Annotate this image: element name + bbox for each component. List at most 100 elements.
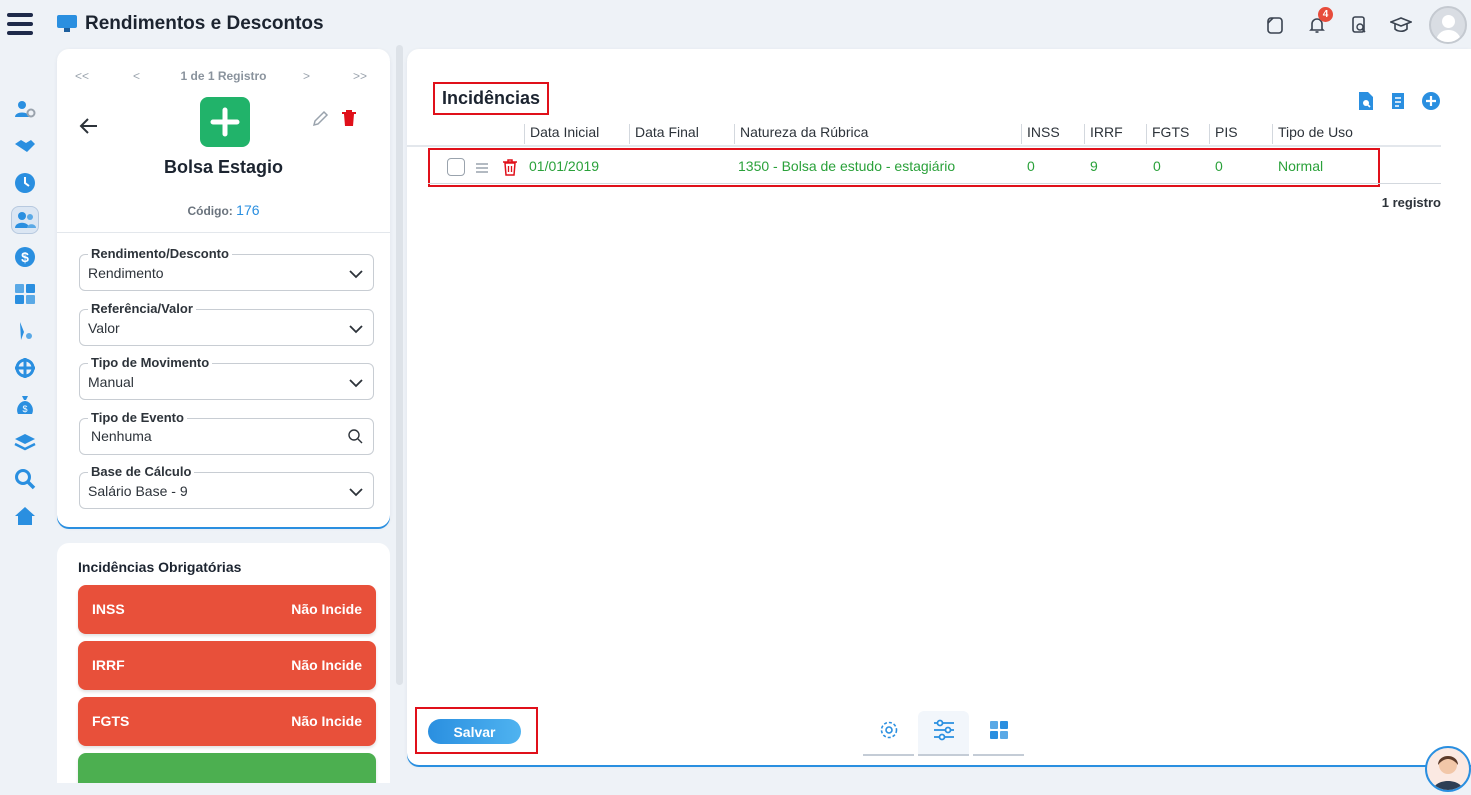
app-title: Rendimentos e Descontos <box>57 13 324 35</box>
incidencia-inss[interactable]: INSS Não Incide <box>78 585 376 634</box>
top-icons: 4 <box>1261 6 1471 44</box>
drag-handle-icon[interactable] <box>475 161 489 179</box>
incidencias-panel: Incidências Data Inicial Data Final Natu… <box>407 49 1471 765</box>
tab-incidencias[interactable] <box>918 711 969 754</box>
incidencia-status: Não Incide <box>291 601 362 617</box>
nav-calculator-icon[interactable] <box>0 275 50 312</box>
pager-prev-button[interactable]: < <box>133 69 140 83</box>
tab-calculator[interactable] <box>973 711 1024 754</box>
tipo-movimento-select[interactable]: Tipo de Movimento Manual <box>79 355 374 400</box>
row-delete-icon[interactable] <box>502 158 518 181</box>
nav-employees-icon[interactable] <box>0 201 50 238</box>
cell-pis: 0 <box>1215 158 1223 174</box>
field-value: Rendimento <box>88 265 164 281</box>
nav-home-icon[interactable] <box>0 497 50 534</box>
field-label: Referência/Valor <box>88 301 196 316</box>
pager-next-button[interactable]: > <box>303 69 310 83</box>
col-inss[interactable]: INSS <box>1021 124 1060 144</box>
col-irrf[interactable]: IRRF <box>1084 124 1123 144</box>
search-icon[interactable] <box>348 429 363 449</box>
field-label: Base de Cálculo <box>88 464 195 479</box>
incidencia-status: Não Incide <box>291 713 362 729</box>
incidencia-irrf[interactable]: IRRF Não Incide <box>78 641 376 690</box>
tipo-evento-field[interactable]: Tipo de Evento Nenhuma <box>79 410 374 455</box>
col-natureza[interactable]: Natureza da Rúbrica <box>734 124 868 144</box>
cell-data-inicial: 01/01/2019 <box>529 158 600 174</box>
cell-natureza: 1350 - Bolsa de estudo - estagiário <box>738 158 956 174</box>
settings-icon <box>879 720 899 745</box>
record-card: 1 de 1 Registro << < > >> Bolsa Estagio … <box>57 49 390 527</box>
svg-text:$: $ <box>21 249 29 265</box>
nav-money-bag-icon[interactable]: $ <box>0 386 50 423</box>
list-document-icon[interactable] <box>1389 91 1407 116</box>
field-value: Manual <box>88 374 134 390</box>
nav-users-settings-icon[interactable] <box>0 90 50 127</box>
col-fgts[interactable]: FGTS <box>1146 124 1189 144</box>
chevron-down-icon <box>349 484 363 502</box>
col-data-final[interactable]: Data Final <box>629 124 699 144</box>
cell-tipo-uso: Normal <box>1278 158 1324 174</box>
nav-layers-icon[interactable] <box>0 423 50 460</box>
action-icons <box>1357 91 1441 116</box>
incidencia-status: Não Incide <box>291 657 362 673</box>
incidencia-name: IRRF <box>92 657 125 673</box>
record-count: 1 registro <box>1381 195 1441 210</box>
nav-tools-icon[interactable] <box>0 312 50 349</box>
chevron-down-icon <box>349 266 363 284</box>
app-title-text: Rendimentos e Descontos <box>85 13 324 34</box>
code-value: 176 <box>236 202 260 218</box>
incidencia-fgts[interactable]: FGTS Não Incide <box>78 697 376 746</box>
table-header: Data Inicial Data Final Natureza da Rúbr… <box>407 122 1441 147</box>
pager-info: 1 de 1 Registro <box>180 69 267 83</box>
base-calculo-select[interactable]: Base de Cálculo Salário Base - 9 <box>79 464 374 509</box>
graduation-cap-icon[interactable] <box>1387 11 1415 39</box>
code-label: Código: <box>187 204 233 218</box>
add-icon[interactable] <box>1421 91 1441 116</box>
nav-clock-icon[interactable] <box>0 164 50 201</box>
field-value: Nenhuma <box>91 428 152 444</box>
cell-irrf: 9 <box>1090 158 1098 174</box>
search-document-icon[interactable] <box>1357 91 1375 116</box>
bell-icon[interactable]: 4 <box>1303 7 1333 39</box>
rendimento-desconto-select[interactable]: Rendimento/Desconto Rendimento <box>79 246 374 291</box>
bottom-tabs <box>863 711 1024 754</box>
col-tipo-uso[interactable]: Tipo de Uso <box>1272 124 1353 144</box>
tab-settings[interactable] <box>863 711 914 754</box>
field-label: Tipo de Evento <box>88 410 187 425</box>
field-label: Rendimento/Desconto <box>88 246 232 261</box>
col-data-inicial[interactable]: Data Inicial <box>524 124 599 144</box>
cell-inss: 0 <box>1027 158 1035 174</box>
field-label: Tipo de Movimento <box>88 355 213 370</box>
nav-search-icon[interactable] <box>0 460 50 497</box>
edit-icon[interactable] <box>311 110 329 133</box>
menu-icon[interactable] <box>7 13 33 39</box>
assistant-avatar-icon[interactable] <box>1425 746 1471 792</box>
delete-icon[interactable] <box>341 109 357 132</box>
row-divider <box>428 183 1441 184</box>
copy-icon[interactable] <box>1261 11 1289 39</box>
chevron-down-icon <box>349 375 363 393</box>
left-scrollbar[interactable] <box>396 45 403 685</box>
field-value: Salário Base - 9 <box>88 483 188 499</box>
row-checkbox[interactable] <box>447 158 465 176</box>
incidencia-name: INSS <box>92 601 125 617</box>
svg-text:$: $ <box>22 404 27 414</box>
chevron-down-icon <box>349 321 363 339</box>
pager-last-button[interactable]: >> <box>353 69 367 83</box>
user-avatar-icon[interactable] <box>1429 6 1467 44</box>
save-button[interactable]: Salvar <box>428 719 521 744</box>
search-document-icon[interactable] <box>1345 11 1373 39</box>
incidencia-name: FGTS <box>92 713 130 729</box>
record-name: Bolsa Estagio <box>163 157 284 177</box>
referencia-valor-select[interactable]: Referência/Valor Valor <box>79 301 374 346</box>
incidencia-pis[interactable] <box>78 753 376 783</box>
record-code: Código: 176 <box>57 202 390 218</box>
col-pis[interactable]: PIS <box>1209 124 1238 144</box>
divider <box>57 232 390 233</box>
pager-first-button[interactable]: << <box>75 69 89 83</box>
back-arrow-icon[interactable] <box>79 117 101 137</box>
nav-handshake-icon[interactable] <box>0 127 50 164</box>
nav-network-icon[interactable] <box>0 349 50 386</box>
nav-dollar-icon[interactable]: $ <box>0 238 50 275</box>
calculator-icon <box>989 720 1009 745</box>
